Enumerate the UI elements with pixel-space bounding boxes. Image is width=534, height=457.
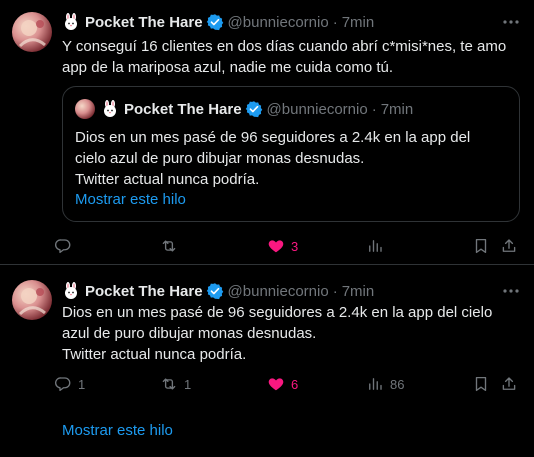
repost-count: 1 — [184, 376, 192, 392]
repost-arrows-icon — [160, 237, 178, 255]
share-button[interactable] — [500, 236, 518, 256]
bookmark-icon — [472, 237, 490, 255]
like-count: 6 — [291, 376, 299, 392]
bookmark-button[interactable] — [472, 236, 490, 256]
more-dots-icon[interactable] — [500, 12, 522, 32]
verified-badge-icon[interactable] — [206, 282, 224, 300]
repost-button[interactable]: 1 — [160, 374, 191, 394]
reply-button[interactable]: 1 — [54, 374, 85, 394]
quoted-author-handle[interactable]: @bunniecornio — [267, 101, 368, 118]
views-count: 86 — [390, 376, 405, 392]
show-thread-link[interactable]: Mostrar este hilo — [75, 191, 186, 208]
like-count: 3 — [291, 238, 299, 254]
repost-arrows-icon — [160, 375, 178, 393]
like-button[interactable]: 3 — [267, 236, 298, 256]
like-button[interactable]: 6 — [267, 374, 298, 394]
quoted-author-name[interactable]: Pocket The Hare — [124, 101, 242, 118]
tweet-text: Dios en un mes pasé de 96 seguidores a 2… — [62, 302, 524, 365]
author-handle[interactable]: @bunniecornio — [228, 283, 329, 300]
tweet-header: Pocket The Hare @bunniecornio · 7min — [62, 12, 374, 32]
reply-button[interactable] — [54, 236, 78, 256]
separator-dot: · — [332, 282, 338, 300]
separator-dot: · — [332, 13, 338, 31]
more-dots-icon[interactable] — [500, 281, 522, 301]
reply-count: 1 — [78, 376, 86, 392]
bunny-face-emoji-icon — [62, 13, 80, 31]
repost-button[interactable] — [160, 236, 184, 256]
reply-bubble-icon — [54, 237, 72, 255]
views-bar-chart-icon — [366, 237, 384, 255]
quoted-tweet[interactable]: Pocket The Hare @bunniecornio · 7min Dio… — [62, 86, 520, 222]
share-upload-icon — [500, 375, 518, 393]
quoted-avatar[interactable] — [75, 99, 95, 119]
tweet-actions: 1 1 6 86 — [54, 374, 524, 394]
views-bar-chart-icon — [366, 375, 384, 393]
tweet-text-line: azul de puro dibujar monas desnudas. — [62, 325, 317, 342]
bookmark-button[interactable] — [472, 374, 490, 394]
share-button[interactable] — [500, 374, 518, 394]
tweet-text-line: Twitter actual nunca podría. — [62, 346, 247, 363]
heart-filled-icon — [267, 237, 285, 255]
quoted-tweet-header: Pocket The Hare @bunniecornio · 7min — [101, 98, 413, 120]
quoted-timestamp[interactable]: 7min — [381, 101, 414, 118]
quoted-text-line: cielo azul de puro dibujar monas desnuda… — [75, 150, 365, 167]
reply-bubble-icon — [54, 375, 72, 393]
author-handle[interactable]: @bunniecornio — [228, 14, 329, 31]
tweet-text-line: app de la mariposa azul, nadie me cuida … — [62, 59, 394, 76]
heart-filled-icon — [267, 375, 285, 393]
quoted-tweet-text: Dios en un mes pasé de 96 seguidores a 2… — [75, 127, 511, 190]
separator-dot: · — [371, 100, 377, 118]
quoted-text-line: Twitter actual nunca podría. — [75, 171, 260, 188]
verified-badge-icon[interactable] — [245, 100, 263, 118]
bookmark-icon — [472, 375, 490, 393]
timestamp[interactable]: 7min — [342, 14, 375, 31]
timestamp[interactable]: 7min — [342, 283, 375, 300]
tweet[interactable]: Pocket The Hare @bunniecornio · 7min Y c… — [0, 0, 534, 265]
show-thread-link[interactable]: Mostrar este hilo — [62, 422, 173, 439]
views-button[interactable]: 86 — [366, 374, 404, 394]
tweet-text: Y conseguí 16 clientes en dos días cuand… — [62, 36, 524, 78]
author-name[interactable]: Pocket The Hare — [85, 283, 203, 300]
author-name[interactable]: Pocket The Hare — [85, 14, 203, 31]
bunny-face-emoji-icon — [62, 282, 80, 300]
tweet-text-line: Y conseguí 16 clientes en dos días cuand… — [62, 38, 507, 55]
quoted-text-line: Dios en un mes pasé de 96 seguidores a 2… — [75, 129, 471, 146]
verified-badge-icon[interactable] — [206, 13, 224, 31]
views-button[interactable] — [366, 236, 390, 256]
avatar[interactable] — [12, 12, 52, 52]
tweet-actions: 3 — [54, 236, 524, 256]
tweet-text-line: Dios en un mes pasé de 96 seguidores a 2… — [62, 304, 493, 321]
avatar[interactable] — [12, 280, 52, 320]
bunny-face-emoji-icon — [101, 100, 119, 118]
tweet-header: Pocket The Hare @bunniecornio · 7min — [62, 281, 374, 301]
share-upload-icon — [500, 237, 518, 255]
